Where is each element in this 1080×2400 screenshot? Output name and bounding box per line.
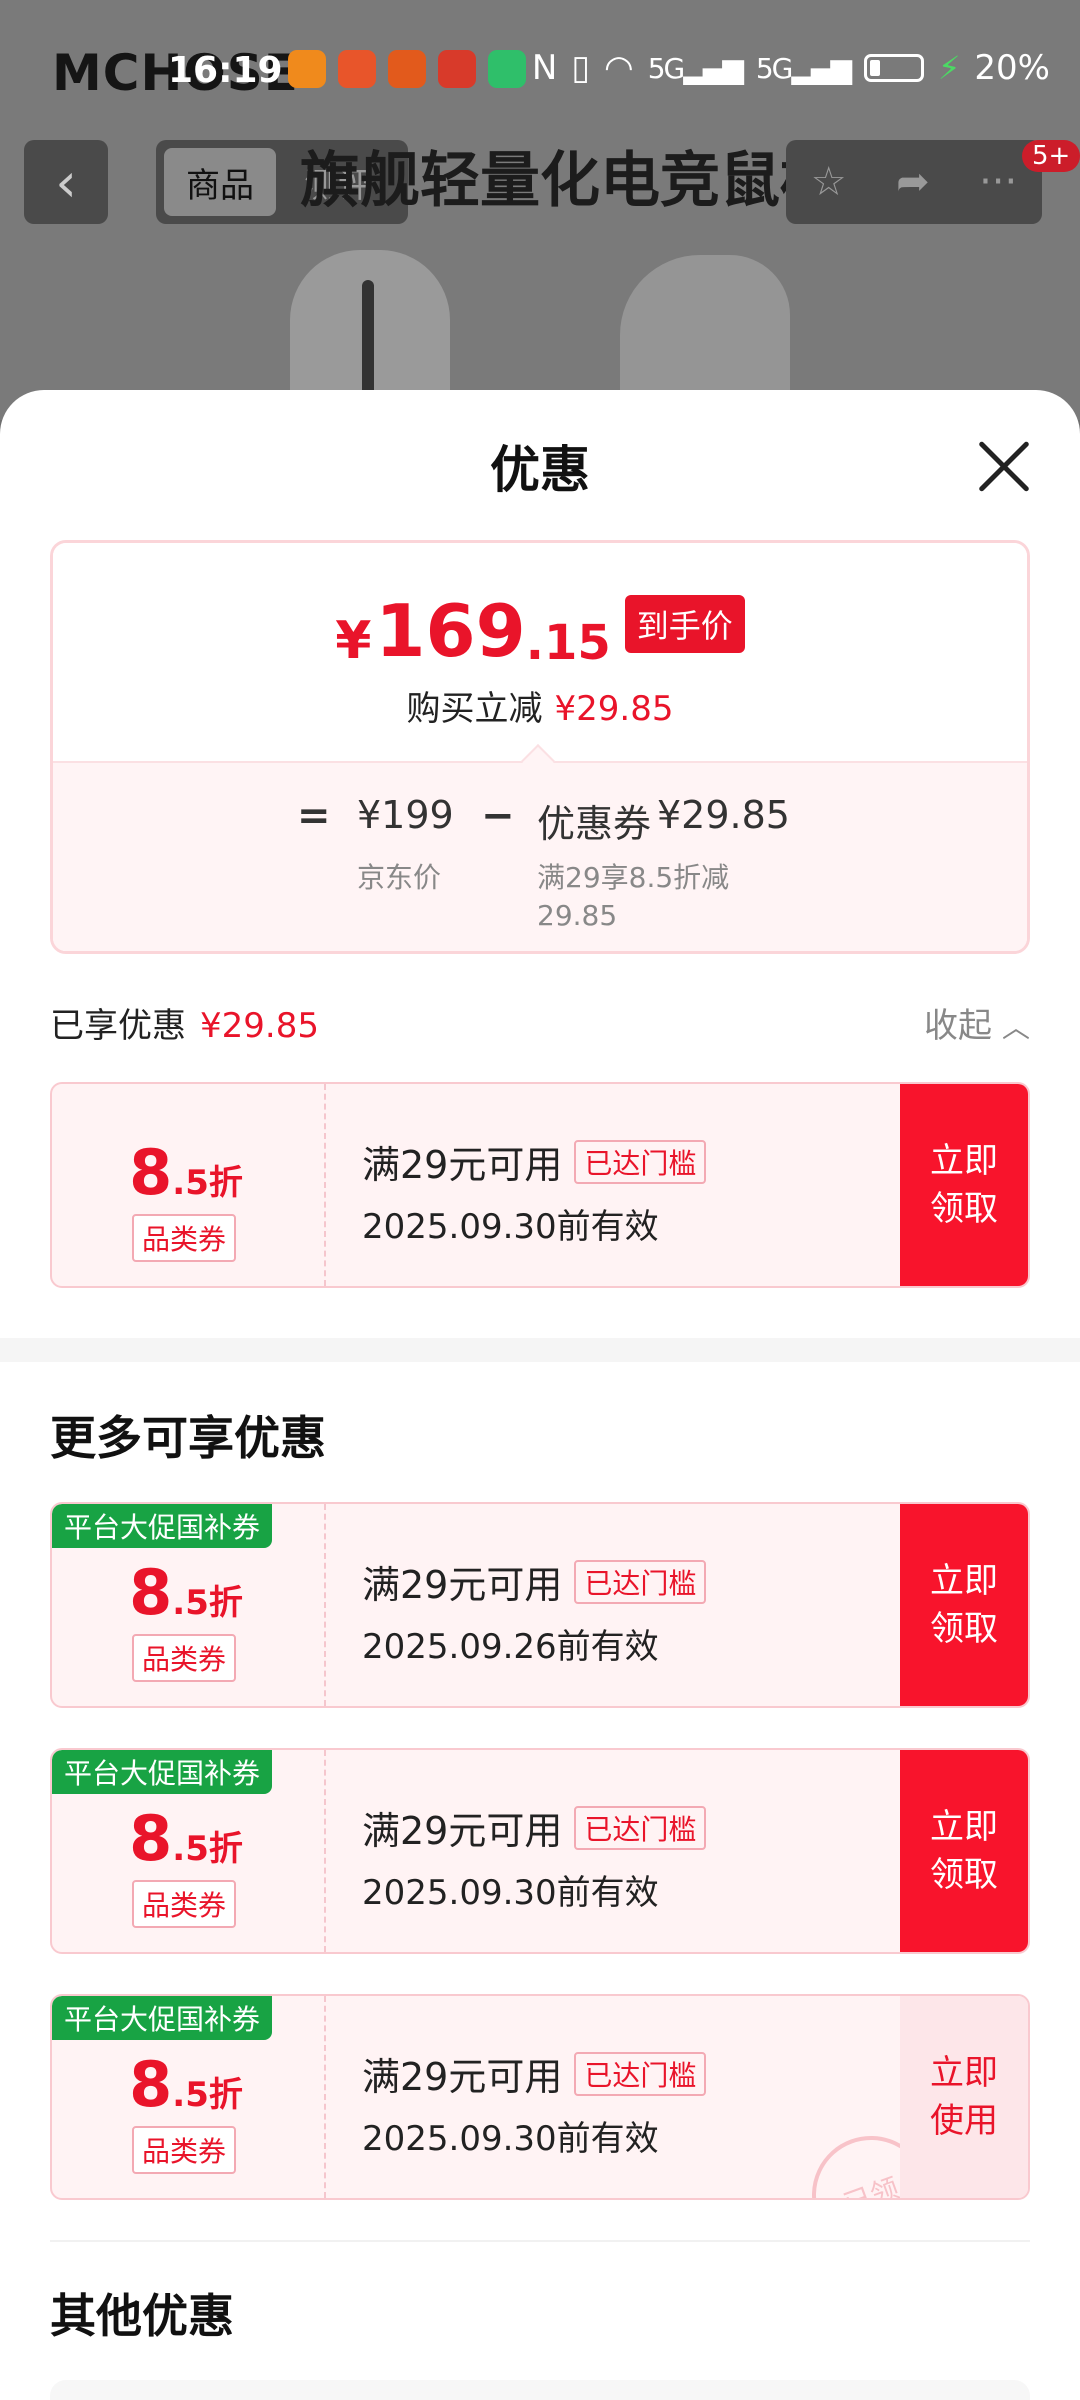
- app-notification-icon: [438, 50, 476, 88]
- coupon-condition: 满29元可用: [362, 1143, 563, 1187]
- favorite-star-icon[interactable]: ☆: [811, 159, 847, 205]
- coupon-discount-area: 8.5折 品类券: [52, 1084, 320, 1286]
- threshold-badge: 已达门槛: [574, 1805, 707, 1850]
- minus-sign: −: [481, 793, 515, 839]
- coupon-type: 品类券: [132, 1214, 237, 1262]
- status-time: 16:19: [168, 50, 283, 91]
- claim-coupon-button[interactable]: 立即领取: [900, 1750, 1028, 1952]
- coupon-divider: [324, 1750, 326, 1952]
- background-product-page: MCHOSE 16:19 N ▯ ◠ 5G▂▄▆ 5G▂▄▆ ⚡ 20% ‹ 商…: [0, 0, 1080, 420]
- price-decimal: .15: [525, 615, 611, 671]
- promo-flag: 平台大促国补券: [52, 1504, 273, 1548]
- price-formula: = ¥199 京东价 − 优惠券 ¥29.85 满29享8.5折减 29.85: [53, 761, 1027, 951]
- coupon-card: 8.5折 品类券 平台大促国补券 满29元可用 已达门槛 2025.09.26前有…: [50, 1502, 1030, 1708]
- final-price-area: ¥ 169 .15 到手价 购买立减 ¥29.85: [53, 543, 1027, 761]
- final-price: ¥ 169 .15 到手价: [53, 595, 1027, 667]
- coupon-validity: 2025.09.30前有效: [362, 1207, 659, 1247]
- coupon-info: 满29元可用 已达门槛 2025.09.30前有效: [362, 2046, 707, 2160]
- coupon-discount: 8.5折: [129, 1556, 243, 1629]
- coupon-info: 满29元可用 已达门槛 2025.09.26前有效: [362, 1554, 707, 1668]
- coupon-label: 优惠券: [537, 802, 652, 846]
- vibrate-icon: ▯: [571, 48, 591, 88]
- collapse-button[interactable]: 收起 ︿: [924, 998, 1030, 1047]
- section-separator: [0, 1338, 1080, 1362]
- divider: [50, 2240, 1030, 2242]
- jd-price: ¥199: [357, 793, 454, 837]
- close-icon[interactable]: [976, 438, 1032, 494]
- share-icon[interactable]: ➦: [896, 159, 930, 205]
- tab-product[interactable]: 商品: [164, 148, 276, 216]
- status-app-icons: [288, 50, 526, 88]
- coupon-desc-line2: 29.85: [537, 899, 618, 932]
- app-notification-icon: [288, 50, 326, 88]
- claim-coupon-button[interactable]: 立即领取: [900, 1084, 1028, 1286]
- signal-icon: 5G▂▄▆: [755, 51, 852, 85]
- status-bar-right: N ▯ ◠ 5G▂▄▆ 5G▂▄▆ ⚡ 20%: [532, 48, 1050, 88]
- coupon-info: 满29元可用 已达门槛 2025.09.30前有效: [362, 1134, 707, 1248]
- signal-icon: 5G▂▄▆: [647, 51, 744, 85]
- coupon-divider: [324, 1996, 326, 2198]
- currency-symbol: ¥: [335, 611, 372, 671]
- coupon-discount: 8.5折: [129, 1802, 243, 1875]
- coupon-card: 8.5折 品类券 平台大促国补券 满29元可用 已达门槛 2025.09.30前有…: [50, 1748, 1030, 1954]
- coupon-type: 品类券: [132, 1880, 237, 1928]
- coupon-condition: 满29元可用: [362, 1563, 563, 1607]
- instant-discount-amount: ¥29.85: [554, 689, 674, 729]
- coupon-discount: 8.5折: [129, 1136, 243, 1209]
- price-breakdown-card: ¥ 169 .15 到手价 购买立减 ¥29.85 = ¥199 京东价 − 优惠…: [50, 540, 1030, 954]
- promo-flag: 平台大促国补券: [52, 1750, 273, 1794]
- coupon-type: 品类券: [132, 1634, 237, 1682]
- app-notification-icon: [388, 50, 426, 88]
- page-actions: ☆ ➦ ···: [786, 140, 1042, 224]
- coupon-divider: [324, 1084, 326, 1286]
- instant-discount: 购买立减 ¥29.85: [53, 681, 1027, 730]
- app-notification-icon: [338, 50, 376, 88]
- other-discounts-title: 其他优惠: [50, 2289, 234, 2343]
- coupon-validity: 2025.09.26前有效: [362, 1627, 659, 1667]
- coupon-amount: ¥29.85: [657, 793, 790, 837]
- other-discounts-panel: [50, 2380, 1030, 2400]
- coupon-card: 8.5折 品类券 平台大促国补券 满29元可用 已达门槛 2025.09.30前有…: [50, 1994, 1030, 2200]
- coupon-condition: 满29元可用: [362, 1809, 563, 1853]
- product-title: 旗舰轻量化电竞鼠标: [300, 146, 840, 216]
- enjoyed-discount: 已享优惠 ¥29.85: [50, 998, 319, 1047]
- enjoyed-label: 已享优惠: [50, 1006, 186, 1046]
- message-badge: 5+: [1022, 140, 1080, 172]
- discount-sheet: 优惠 ¥ 169 .15 到手价 购买立减 ¥29.85 = ¥199 京东价 −…: [0, 390, 1080, 2400]
- coupon-type: 品类券: [132, 2126, 237, 2174]
- threshold-badge: 已达门槛: [574, 2051, 707, 2096]
- price-integer: 169: [375, 589, 526, 673]
- more-discounts-title: 更多可享优惠: [50, 1411, 326, 1465]
- coupon-divider: [324, 1504, 326, 1706]
- enjoyed-amount: ¥29.85: [200, 1006, 319, 1046]
- back-button[interactable]: ‹: [24, 140, 108, 224]
- sheet-title: 优惠: [490, 441, 590, 499]
- coupon-card: 8.5折 品类券 满29元可用 已达门槛 2025.09.30前有效 立即领取: [50, 1082, 1030, 1288]
- coupon-validity: 2025.09.30前有效: [362, 2119, 659, 2159]
- final-price-tag: 到手价: [624, 595, 745, 653]
- more-icon[interactable]: ···: [979, 159, 1017, 205]
- coupon-desc-line1: 满29享8.5折减: [537, 861, 730, 894]
- claim-coupon-button[interactable]: 立即领取: [900, 1504, 1028, 1706]
- chevron-up-icon: ︿: [1001, 1011, 1030, 1044]
- coupon-discount: 8.5折: [129, 2048, 243, 2121]
- battery-percent: 20%: [974, 48, 1050, 88]
- promo-flag: 平台大促国补券: [52, 1996, 273, 2040]
- app-notification-icon: [488, 50, 526, 88]
- coupon-condition: 满29元可用: [362, 2055, 563, 2099]
- threshold-badge: 已达门槛: [574, 1139, 707, 1184]
- use-coupon-button[interactable]: 立即使用: [900, 1996, 1028, 2198]
- charging-icon: ⚡: [937, 49, 961, 87]
- battery-icon: [863, 54, 924, 82]
- wifi-icon: ◠: [604, 48, 634, 88]
- coupon-validity: 2025.09.30前有效: [362, 1873, 659, 1913]
- equals-sign: =: [297, 793, 331, 839]
- nfc-icon: N: [531, 48, 558, 88]
- coupon-info: 满29元可用 已达门槛 2025.09.30前有效: [362, 1800, 707, 1914]
- jd-price-label: 京东价: [357, 861, 442, 894]
- threshold-badge: 已达门槛: [574, 1559, 707, 1604]
- collapse-label: 收起: [923, 1006, 992, 1046]
- instant-discount-label: 购买立减: [406, 689, 543, 729]
